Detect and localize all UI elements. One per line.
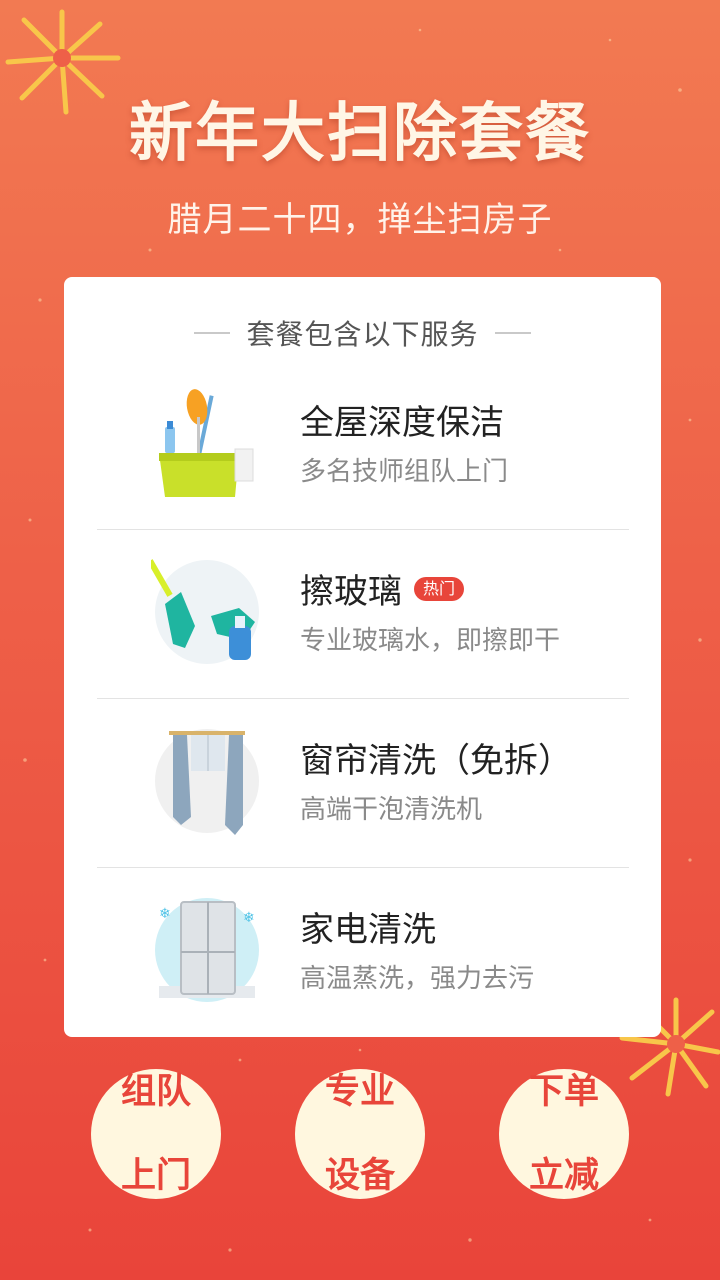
heading-divider-right <box>494 332 531 334</box>
svg-text:❄: ❄ <box>243 910 255 926</box>
service-desc: 高温蒸洗，强力去污 <box>300 964 535 994</box>
page-title: 新年大扫除套餐 <box>129 97 591 171</box>
service-item-whole-house-cleaning[interactable]: 全屋深度保洁 多名技师组队上门 <box>97 361 629 529</box>
feature-line1: 专业 <box>324 1072 395 1112</box>
service-name: 全屋深度保洁 <box>300 395 504 444</box>
service-name-text: 窗帘清洗（免拆） <box>300 741 572 781</box>
feature-pro-equipment: 专业 设备 <box>295 1069 425 1199</box>
heading-divider-left <box>194 332 231 334</box>
service-item-curtain-cleaning[interactable]: 窗帘清洗（免拆） 高端干泡清洗机 <box>97 699 629 867</box>
feature-line2: 上门 <box>120 1156 191 1196</box>
feature-line1: 组队 <box>120 1072 191 1112</box>
card-heading: 套餐包含以下服务 <box>64 313 661 353</box>
page-subtitle: 腊月二十四，掸尘扫房子 <box>167 200 553 240</box>
feature-order-discount: 下单 立减 <box>499 1069 629 1199</box>
service-name-text: 擦玻璃 <box>300 572 402 612</box>
service-desc: 专业玻璃水，即擦即干 <box>300 626 561 656</box>
service-desc: 高端干泡清洗机 <box>300 795 483 825</box>
svg-text:❄: ❄ <box>159 906 171 922</box>
glass-wiping-icon <box>151 559 259 664</box>
feature-team-visit: 组队 上门 <box>91 1069 221 1199</box>
feature-line2: 设备 <box>324 1156 395 1196</box>
feature-line1: 下单 <box>528 1072 599 1112</box>
service-desc: 多名技师组队上门 <box>300 457 509 487</box>
service-name-text: 全屋深度保洁 <box>300 403 504 443</box>
service-name: 窗帘清洗（免拆） <box>300 733 572 782</box>
cleaning-bucket-icon <box>159 389 254 497</box>
service-name-text: 家电清洗 <box>300 910 436 950</box>
service-item-appliance-cleaning[interactable]: ❄ ❄ 家电清洗 高温蒸洗，强力去污 <box>97 868 629 1036</box>
curtain-icon <box>155 729 259 835</box>
refrigerator-icon: ❄ ❄ <box>155 898 259 1002</box>
card-heading-text: 套餐包含以下服务 <box>246 318 479 351</box>
service-name: 家电清洗 <box>300 902 436 951</box>
feature-line2: 立减 <box>528 1156 599 1196</box>
package-card: 套餐包含以下服务 全屋深度保洁 多名技师组队上门 擦玻璃 热门 专业玻璃水，即擦… <box>64 277 661 1037</box>
hot-badge: 热门 <box>414 576 465 601</box>
service-name: 擦玻璃 热门 <box>300 564 465 613</box>
service-item-glass-wiping[interactable]: 擦玻璃 热门 专业玻璃水，即擦即干 <box>97 530 629 698</box>
